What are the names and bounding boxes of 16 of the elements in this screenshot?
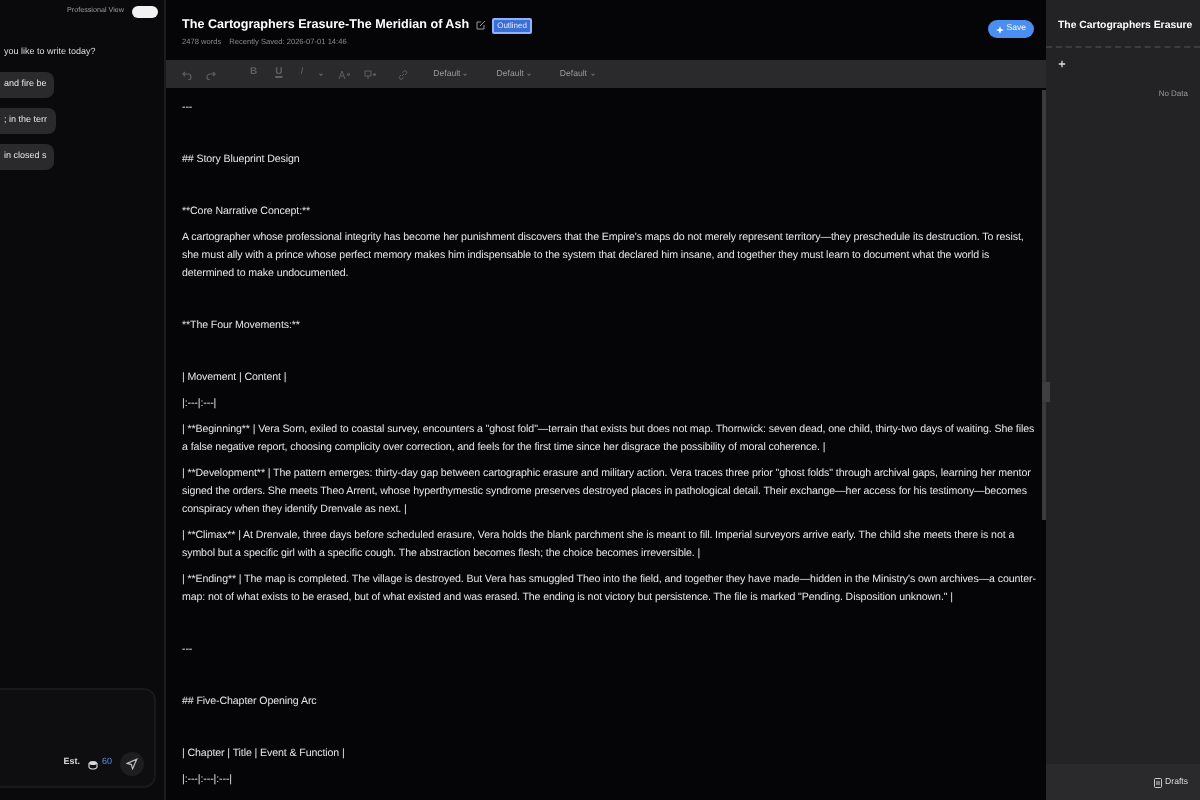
caret-icon — [525, 71, 532, 77]
send-icon — [126, 758, 138, 770]
send-button[interactable] — [120, 752, 144, 776]
caret-icon — [589, 71, 596, 77]
edit-icon[interactable] — [475, 20, 486, 31]
undo-icon[interactable] — [182, 69, 192, 79]
document-icon — [1153, 777, 1162, 787]
sparkle-icon — [995, 25, 1004, 33]
redo-icon[interactable] — [206, 69, 216, 79]
link-icon[interactable] — [397, 69, 408, 79]
toggle-switch[interactable] — [132, 6, 158, 18]
caret-icon[interactable] — [317, 71, 324, 77]
add-icon[interactable] — [1058, 60, 1066, 68]
text-color-icon[interactable] — [337, 69, 350, 79]
coin-icon — [87, 760, 98, 770]
caret-icon — [462, 71, 469, 77]
